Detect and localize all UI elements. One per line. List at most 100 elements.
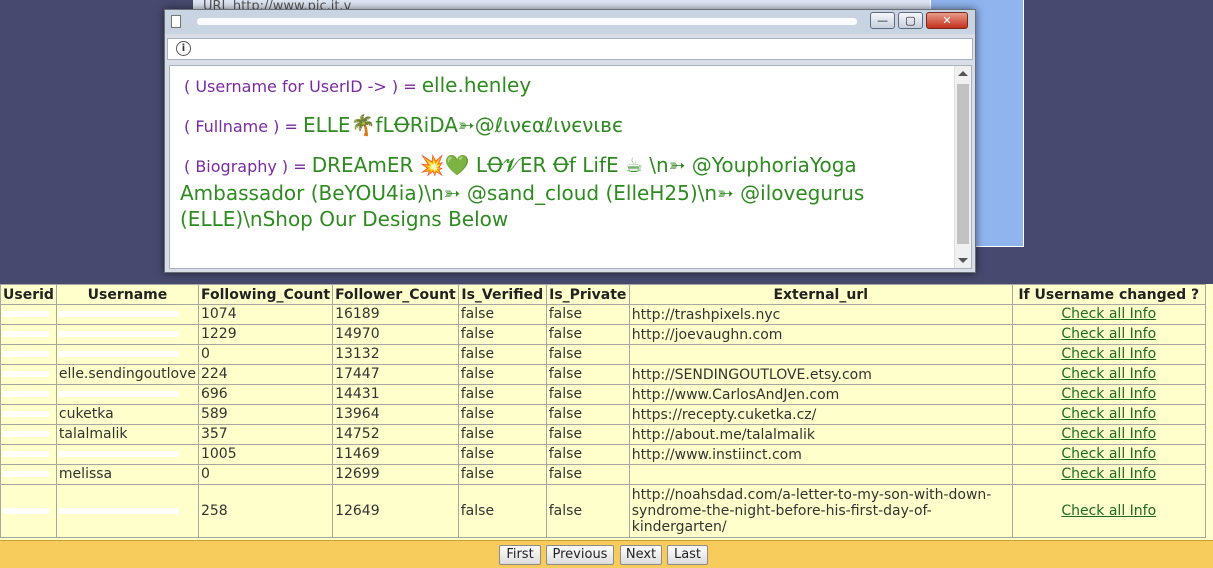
cell-is-private-text: false (548, 346, 583, 362)
cell-userid (0, 444, 57, 465)
cell-following-count-text: 1074 (200, 306, 237, 322)
redacted-userid (3, 351, 49, 357)
cell-external-url-text: http://www.CarlosAndJen.com (631, 386, 840, 403)
cell-following-count-text: 0 (200, 466, 210, 482)
cell-is-verified-text: false (460, 446, 495, 462)
scroll-up-arrow-icon[interactable] (958, 71, 968, 76)
redacted-userid (3, 431, 49, 437)
cell-userid (0, 464, 57, 485)
popup-window: — ▢ ✕ i ( Username for UserID -> ) = ell… (164, 9, 976, 273)
header-is-private: Is_Private (545, 284, 630, 305)
popup-title-bar[interactable]: — ▢ ✕ (165, 10, 975, 34)
cell-is-verified-text: false (460, 466, 495, 482)
cell-username (55, 344, 199, 365)
cell-userid (0, 304, 57, 325)
cell-external-url: http://www.instiinct.com (628, 444, 1013, 465)
redacted-username (58, 311, 179, 317)
info-icon[interactable]: i (176, 41, 191, 56)
popup-content: ( Username for UserID -> ) = elle.henley… (169, 65, 972, 269)
document-icon (171, 15, 181, 28)
last-page-button[interactable]: Last (667, 545, 708, 565)
cell-is-verified-text: false (460, 306, 495, 322)
next-page-button[interactable]: Next (620, 545, 662, 565)
cell-follower-count: 16189 (332, 304, 459, 325)
redacted-address (198, 43, 968, 57)
cell-is-private: false (545, 404, 630, 425)
cell-follower-count: 14970 (332, 324, 459, 345)
biography-value-line1: DREAmER 💥💚 LꝊ𝓥ER Ꝋf LifE ☕ \n➳ @Youphori… (311, 153, 857, 177)
cell-username: elle.sendingoutlove (55, 364, 199, 385)
cell-is-verified: false (457, 484, 547, 538)
check-all-info-link[interactable]: Check all Info (1061, 366, 1156, 382)
cell-external-url-text: http://SENDINGOUTLOVE.etsy.com (631, 366, 872, 383)
redacted-userid (3, 507, 49, 514)
cell-following-count: 357 (197, 424, 334, 445)
vertical-scrollbar[interactable] (954, 66, 971, 268)
check-all-info-link[interactable]: Check all Info (1061, 386, 1156, 402)
pager-bar: First Previous Next Last (0, 540, 1213, 568)
cell-following-count-text: 589 (200, 406, 228, 422)
cell-follower-count-text: 11469 (335, 446, 380, 462)
cell-following-count: 0 (197, 344, 334, 365)
cell-username-text: melissa (58, 466, 113, 482)
table-row: elle.sendingoutlove 224 17447 false false htt… (0, 364, 1206, 385)
table-row: cuketka 589 13964 false false https://recepty… (0, 404, 1206, 425)
scroll-thumb[interactable] (957, 84, 969, 244)
redacted-userid (3, 471, 49, 477)
close-button[interactable]: ✕ (926, 12, 968, 29)
check-all-info-link[interactable]: Check all Info (1061, 503, 1156, 519)
cell-external-url: http://joevaughn.com (628, 324, 1013, 345)
cell-is-private-text: false (548, 326, 583, 342)
check-all-info-link[interactable]: Check all Info (1061, 426, 1156, 442)
cell-external-url: http://www.CarlosAndJen.com (628, 384, 1013, 405)
cell-follower-count-text: 14431 (335, 386, 380, 402)
check-all-info-link[interactable]: Check all Info (1061, 446, 1156, 462)
table-row: 0 13132 false false Check all Info (0, 344, 1206, 365)
fullname-label: ( Fullname ) = (184, 117, 303, 136)
cell-following-count-text: 224 (200, 366, 228, 382)
previous-page-button[interactable]: Previous (546, 545, 614, 565)
cell-is-verified: false (457, 464, 547, 485)
check-all-info-link[interactable]: Check all Info (1061, 306, 1156, 322)
cell-external-url: http://noahsdad.com/a-letter-to-my-son-w… (628, 484, 1013, 538)
cell-userid (0, 424, 57, 445)
cell-is-private: false (545, 444, 630, 465)
check-all-info-link[interactable]: Check all Info (1061, 406, 1156, 422)
cell-username (55, 384, 199, 405)
cell-external-url-text: https://recepty.cuketka.cz/ (631, 406, 817, 423)
redacted-username (58, 451, 179, 457)
redacted-username (58, 351, 179, 357)
cell-external-url (628, 344, 1013, 365)
redacted-userid (3, 451, 49, 457)
table-row: 1005 11469 false false http://www.instiinct.… (0, 444, 1206, 465)
cell-is-verified-text: false (460, 502, 495, 519)
check-all-info-link[interactable]: Check all Info (1061, 326, 1156, 342)
results-table: Userid Username Following_Count Follower… (0, 284, 1206, 538)
cell-username-text: elle.sendingoutlove (58, 366, 196, 382)
cell-is-verified: false (457, 364, 547, 385)
redacted-username (58, 391, 179, 397)
check-all-info-link[interactable]: Check all Info (1061, 466, 1156, 482)
cell-check-info: Check all Info (1011, 484, 1206, 538)
cell-is-verified-text: false (460, 366, 495, 382)
cell-is-private-text: false (548, 466, 583, 482)
cell-external-url: http://about.me/talalmalik (628, 424, 1013, 445)
cell-is-private: false (545, 484, 630, 538)
popup-address-bar[interactable]: i (167, 38, 973, 60)
scroll-down-arrow-icon[interactable] (958, 258, 968, 263)
cell-is-verified-text: false (460, 386, 495, 402)
cell-username: melissa (55, 464, 199, 485)
first-page-button[interactable]: First (499, 545, 541, 565)
check-all-info-link[interactable]: Check all Info (1061, 346, 1156, 362)
cell-userid (0, 404, 57, 425)
cell-external-url-text: http://about.me/talalmalik (631, 426, 815, 443)
minimize-button[interactable]: — (870, 12, 895, 29)
cell-is-private: false (545, 384, 630, 405)
cell-is-private-text: false (548, 502, 583, 519)
biography-value-line3: (ELLE)\nShop Our Designs Below (180, 207, 509, 231)
username-label: ( Username for UserID -> (184, 77, 392, 96)
maximize-button[interactable]: ▢ (898, 12, 923, 29)
redacted-title (197, 18, 857, 25)
cell-check-info: Check all Info (1011, 324, 1206, 345)
cell-following-count: 0 (197, 464, 334, 485)
